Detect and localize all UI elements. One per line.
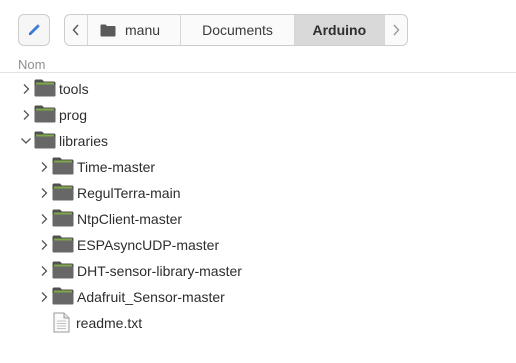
- folder-icon: [34, 79, 56, 97]
- column-header-name[interactable]: Nom: [0, 56, 516, 73]
- folder-row[interactable]: tools: [0, 76, 516, 102]
- chevron-right-icon[interactable]: [38, 186, 50, 200]
- chevron-right-icon[interactable]: [38, 160, 50, 174]
- chevron-right-icon[interactable]: [38, 264, 50, 278]
- folder-name: DHT-sensor-library-master: [77, 263, 242, 279]
- path-forward-button[interactable]: [383, 15, 407, 45]
- header-bar: manu Documents Arduino: [0, 0, 516, 60]
- chevron-left-icon: [72, 24, 79, 36]
- folder-icon: [52, 157, 74, 175]
- file-name: readme.txt: [76, 315, 143, 331]
- folder-row[interactable]: Time-master: [0, 154, 516, 180]
- edit-location-button[interactable]: [18, 14, 50, 46]
- chevron-down-icon[interactable]: [20, 134, 32, 148]
- folder-name: Time-master: [77, 159, 156, 175]
- folder-row[interactable]: Adafruit_Sensor-master: [0, 284, 516, 310]
- folder-row[interactable]: libraries: [0, 128, 516, 154]
- folder-name: RegulTerra-main: [77, 185, 181, 201]
- chevron-right-icon: [393, 24, 400, 36]
- folder-row[interactable]: ESPAsyncUDP-master: [0, 232, 516, 258]
- folder-name: ESPAsyncUDP-master: [77, 237, 220, 253]
- pencil-icon: [29, 24, 40, 35]
- chevron-right-icon[interactable]: [38, 290, 50, 304]
- folder-name: tools: [59, 81, 89, 97]
- folder-row[interactable]: NtpClient-master: [0, 206, 516, 232]
- column-header-label: Nom: [18, 57, 46, 72]
- folder-icon: [52, 287, 74, 305]
- file-row[interactable]: readme.txt: [0, 310, 516, 336]
- folder-name: Adafruit_Sensor-master: [77, 289, 225, 305]
- folder-icon: [52, 209, 74, 227]
- chevron-right-icon[interactable]: [20, 82, 32, 96]
- breadcrumb-home-label: manu: [125, 22, 161, 38]
- folder-icon: [52, 183, 74, 201]
- breadcrumb-documents[interactable]: Documents: [181, 15, 295, 45]
- folder-icon: [34, 131, 56, 149]
- folder-icon: [100, 24, 116, 36]
- folder-name: libraries: [59, 133, 109, 149]
- folder-name: prog: [59, 107, 88, 123]
- breadcrumb-home[interactable]: manu: [88, 15, 182, 45]
- folder-row[interactable]: DHT-sensor-library-master: [0, 258, 516, 284]
- folder-icon: [52, 261, 74, 279]
- folder-icon: [34, 105, 56, 123]
- chevron-right-icon[interactable]: [38, 238, 50, 252]
- path-bar: manu Documents Arduino: [64, 14, 408, 46]
- text-file-icon: [53, 312, 70, 333]
- chevron-right-icon[interactable]: [20, 108, 32, 122]
- folder-name: NtpClient-master: [77, 211, 183, 227]
- breadcrumb-arduino[interactable]: Arduino: [294, 15, 384, 45]
- chevron-right-icon[interactable]: [38, 212, 50, 226]
- folder-row[interactable]: RegulTerra-main: [0, 180, 516, 206]
- folder-row[interactable]: prog: [0, 102, 516, 128]
- folder-icon: [52, 235, 74, 253]
- path-back-button[interactable]: [65, 15, 88, 45]
